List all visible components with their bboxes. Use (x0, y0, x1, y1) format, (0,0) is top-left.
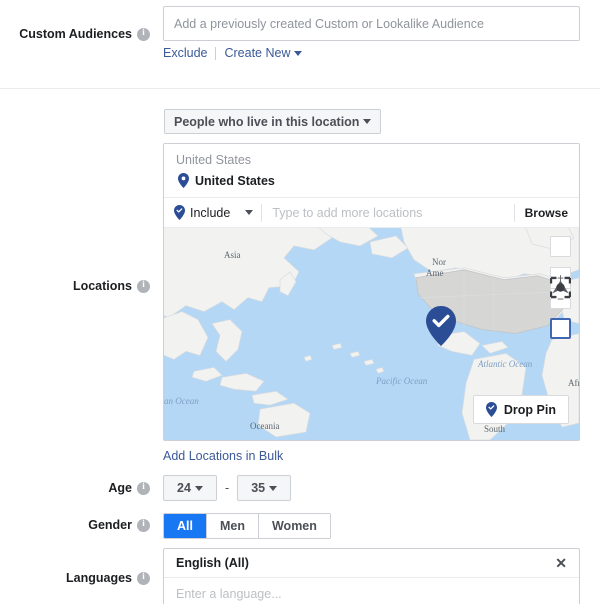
gender-option-men[interactable]: Men (207, 514, 259, 538)
gender-option-women[interactable]: Women (259, 514, 330, 538)
chevron-down-icon (363, 119, 371, 124)
include-dropdown[interactable]: Include (164, 205, 261, 220)
gender-label: Gender (0, 518, 150, 532)
age-min-value: 24 (177, 481, 191, 495)
info-icon[interactable] (137, 28, 150, 41)
age-max-dropdown[interactable]: 35 (237, 475, 291, 501)
include-label: Include (190, 206, 230, 220)
create-new-label: Create New (224, 46, 290, 60)
languages-label: Languages (0, 571, 150, 585)
location-type-dropdown[interactable]: People who live in this location (164, 109, 381, 134)
chevron-down-icon (195, 486, 203, 491)
location-search-row: Include Type to add more locations Brows… (164, 197, 579, 227)
selected-location-name: United States (195, 174, 275, 188)
age-range-controls: 24 - 35 (163, 475, 291, 501)
chevron-down-icon (245, 210, 253, 215)
gender-label-text: Gender (88, 518, 132, 532)
locations-map[interactable]: Asia Nor Ame an Ocean Pacific Ocean Ocea… (164, 227, 579, 440)
drop-pin-button[interactable]: Drop Pin (473, 395, 569, 424)
create-new-link[interactable]: Create New (224, 46, 302, 60)
chevron-down-icon (269, 486, 277, 491)
browse-button[interactable]: Browse (514, 204, 579, 222)
location-group-header: United States (164, 144, 579, 169)
chevron-down-icon (294, 51, 302, 56)
locate-button[interactable] (550, 318, 571, 339)
selected-location-map-pin (426, 306, 456, 346)
gender-option-all[interactable]: All (164, 514, 207, 538)
info-icon[interactable] (137, 280, 150, 293)
language-input[interactable]: Enter a language... (164, 578, 579, 604)
locations-box: United States United States Include Type… (163, 143, 580, 441)
info-icon[interactable] (137, 572, 150, 585)
locations-label-text: Locations (73, 279, 132, 293)
drop-pin-label: Drop Pin (504, 403, 556, 417)
age-min-dropdown[interactable]: 24 (163, 475, 217, 501)
custom-audiences-placeholder: Add a previously created Custom or Looka… (174, 17, 484, 31)
languages-label-text: Languages (66, 571, 132, 585)
map-controls: + − (550, 236, 571, 339)
custom-audiences-links: Exclude Create New (163, 46, 302, 60)
include-pin-icon (174, 205, 185, 220)
location-type-value: People who live in this location (174, 115, 359, 129)
link-divider (215, 47, 216, 60)
custom-audiences-input[interactable]: Add a previously created Custom or Looka… (163, 6, 580, 41)
location-typeahead-input[interactable]: Type to add more locations (262, 206, 513, 220)
locations-label: Locations (0, 279, 150, 293)
custom-audiences-label-text: Custom Audiences (19, 27, 132, 41)
section-divider (0, 88, 600, 89)
language-selected-value: English (All) (176, 556, 249, 570)
selected-location-row[interactable]: United States (164, 169, 579, 197)
add-locations-in-bulk-link[interactable]: Add Locations in Bulk (163, 449, 283, 463)
languages-box: English (All) ✕ Enter a language... (163, 548, 580, 604)
gender-segmented-control: All Men Women (163, 513, 331, 539)
ad-audience-form: Custom Audiences Add a previously create… (0, 0, 600, 604)
info-icon[interactable] (137, 482, 150, 495)
age-label: Age (0, 481, 150, 495)
age-max-value: 35 (251, 481, 265, 495)
drop-pin-icon (486, 402, 497, 417)
age-range-separator: - (225, 481, 229, 495)
exclude-link[interactable]: Exclude (163, 46, 207, 60)
age-label-text: Age (108, 481, 132, 495)
custom-audiences-label: Custom Audiences (0, 27, 150, 41)
info-icon[interactable] (137, 519, 150, 532)
map-pin-icon (178, 173, 189, 188)
language-selected-chip: English (All) ✕ (164, 549, 579, 578)
close-icon[interactable]: ✕ (555, 556, 567, 570)
